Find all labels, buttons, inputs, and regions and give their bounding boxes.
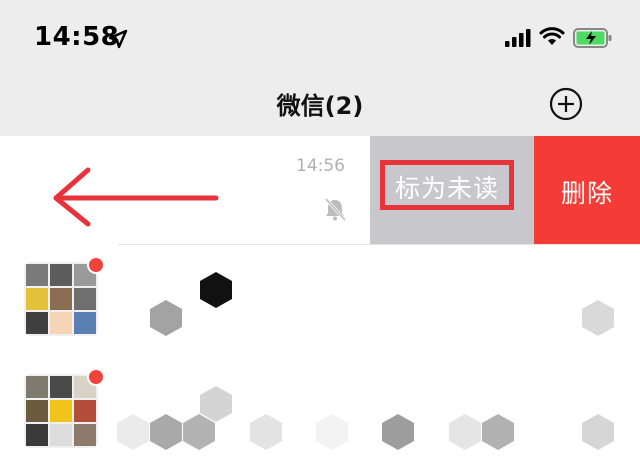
unread-dot (87, 256, 105, 274)
nav-bar: 微信(2) (0, 76, 640, 136)
chat-time: 14:56 (296, 156, 345, 176)
group-avatar[interactable] (24, 374, 98, 448)
battery-charging-icon (573, 28, 612, 48)
mark-unread-label: 标为未读 (394, 174, 499, 203)
mark-unread-highlight[interactable]: 标为未读 (380, 160, 514, 210)
status-time: 14:58 (34, 22, 120, 52)
location-arrow-icon (108, 29, 128, 49)
plus-circle-icon[interactable] (548, 86, 584, 122)
mute-bell-icon (324, 197, 347, 222)
unread-dot (87, 368, 105, 386)
left-arrow-icon (53, 167, 219, 227)
page-title: 微信(2) (276, 92, 364, 120)
status-bar: 14:58 (0, 0, 640, 76)
wifi-icon (539, 27, 565, 45)
delete-label: 删除 (560, 179, 613, 208)
cellular-signal-icon (505, 29, 531, 47)
divider (118, 244, 640, 245)
mosaic-hexagons (117, 272, 614, 450)
group-avatar[interactable] (24, 262, 98, 336)
delete-action[interactable]: 删除 (534, 136, 640, 244)
